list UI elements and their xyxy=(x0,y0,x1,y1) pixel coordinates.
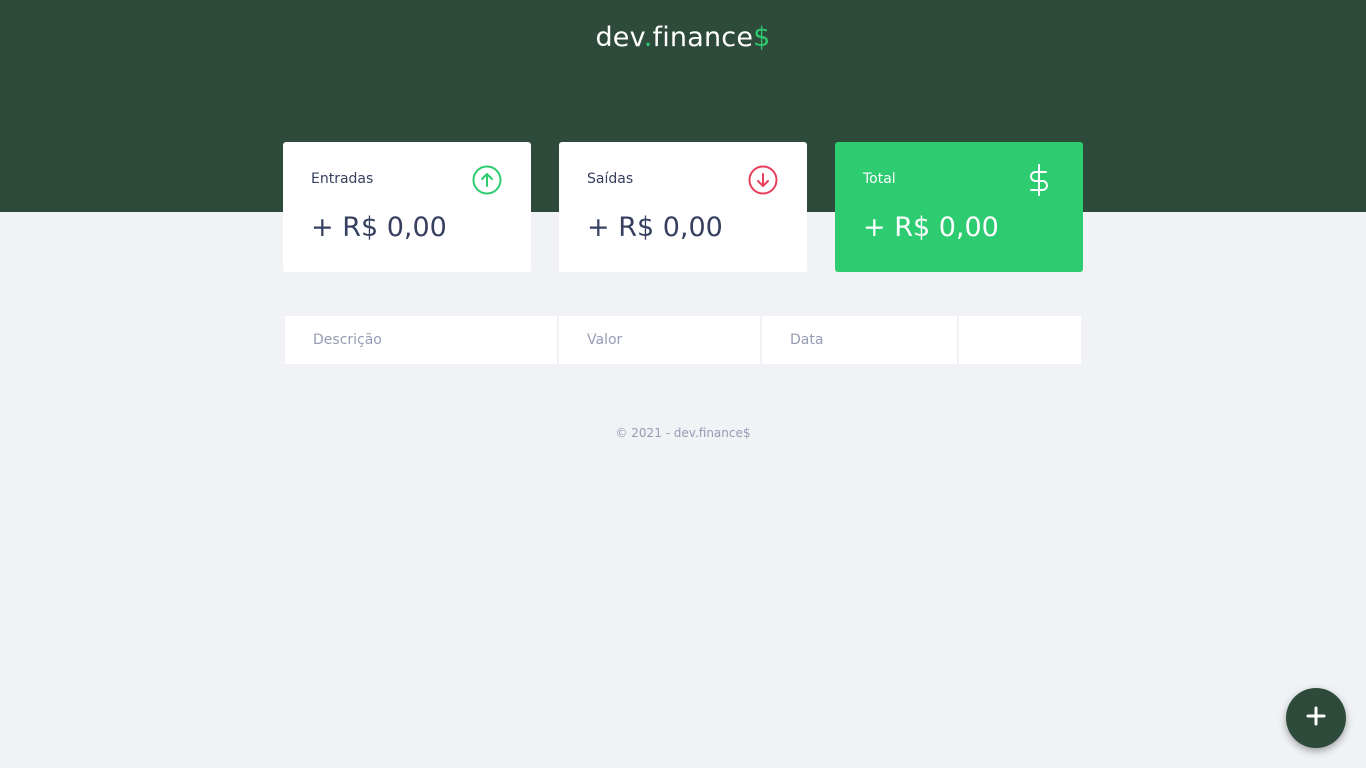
income-card-title: Entradas xyxy=(311,171,374,187)
transactions-table: Descrição Valor Data xyxy=(285,316,1081,364)
income-card-value: + R$ 0,00 xyxy=(311,212,447,243)
logo: dev.finance$ xyxy=(0,22,1366,53)
footer: © 2021 - dev.finance$ xyxy=(615,426,751,440)
dollar-icon xyxy=(1023,164,1055,196)
add-transaction-button[interactable] xyxy=(1286,688,1346,748)
expense-card-value: + R$ 0,00 xyxy=(587,212,723,243)
expense-card-title: Saídas xyxy=(587,171,634,187)
logo-text-dev: dev xyxy=(595,22,644,53)
total-card-value: + R$ 0,00 xyxy=(863,212,999,243)
expense-card: Saídas + R$ 0,00 xyxy=(559,142,807,272)
plus-icon xyxy=(1306,706,1326,730)
column-header-date: Data xyxy=(762,316,957,364)
arrow-down-circle-icon xyxy=(747,164,779,196)
column-header-description: Descrição xyxy=(285,316,557,364)
total-card: Total + R$ 0,00 xyxy=(835,142,1083,272)
column-header-actions xyxy=(959,316,1081,364)
total-card-title: Total xyxy=(863,171,896,187)
logo-text-finance: finance xyxy=(652,22,754,53)
logo-dot: . xyxy=(643,22,653,53)
arrow-up-circle-icon xyxy=(471,164,503,196)
logo-dollar: $ xyxy=(753,22,771,53)
income-card: Entradas + R$ 0,00 xyxy=(283,142,531,272)
column-header-amount: Valor xyxy=(559,316,760,364)
